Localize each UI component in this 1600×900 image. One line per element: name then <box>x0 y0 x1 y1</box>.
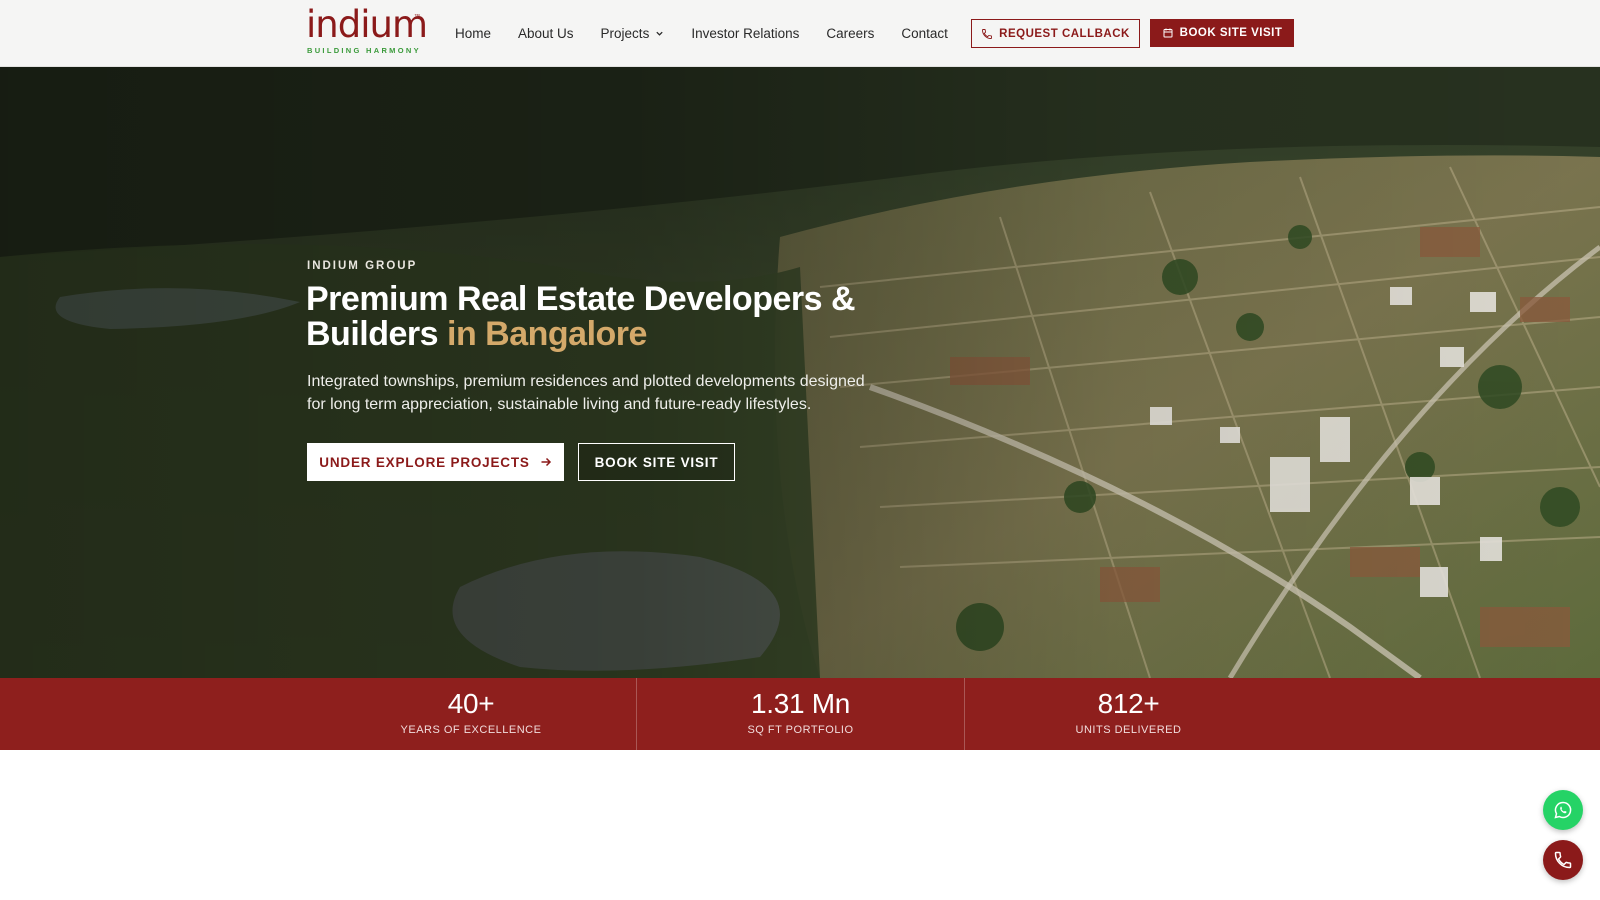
nav-item-label: About Us <box>518 25 574 41</box>
stat-label: YEARS OF EXCELLENCE <box>400 724 542 736</box>
stat-units-delivered: 812+ UNITS DELIVERED <box>964 678 1292 750</box>
book-site-visit-hero-button[interactable]: BOOK SITE VISIT <box>578 443 735 481</box>
hero-section: INDIUM GROUP Premium Real Estate Develop… <box>0 67 1600 678</box>
stat-value: 812+ <box>1097 688 1160 719</box>
stat-value: 40+ <box>447 688 495 719</box>
stat-sq-ft-portfolio: 1.31 Mn SQ FT PORTFOLIO <box>636 678 964 750</box>
site-header: indium ™ BUILDING HARMONY Home About Us … <box>0 0 1600 67</box>
request-callback-label: REQUEST CALLBACK <box>999 27 1130 40</box>
explore-projects-label: UNDER EXPLORE PROJECTS <box>319 454 530 470</box>
hero-eyebrow: INDIUM GROUP <box>307 260 418 272</box>
phone-icon <box>1554 851 1572 869</box>
explore-projects-button[interactable]: UNDER EXPLORE PROJECTS <box>307 443 564 481</box>
book-site-visit-hero-label: BOOK SITE VISIT <box>594 454 719 470</box>
hero-description: Integrated townships, premium residences… <box>307 373 865 413</box>
calendar-icon <box>1163 28 1173 38</box>
nav-item-contact[interactable]: Contact <box>901 26 948 41</box>
main-nav: Home About Us Projects Investor Relation… <box>455 23 975 43</box>
nav-item-label: Investor Relations <box>691 25 800 41</box>
nav-item-label: Projects <box>600 25 650 41</box>
hero-headline: Premium Real Estate Developers & Builder… <box>306 282 906 352</box>
nav-item-label: Careers <box>826 25 875 41</box>
whatsapp-button[interactable] <box>1543 790 1583 830</box>
whatsapp-icon <box>1554 801 1572 819</box>
book-site-visit-header-label: BOOK SITE VISIT <box>1179 27 1283 39</box>
book-site-visit-header-button[interactable]: BOOK SITE VISIT <box>1150 19 1294 47</box>
stat-label: SQ FT PORTFOLIO <box>747 724 854 736</box>
logo-wordmark: indium <box>306 3 428 46</box>
nav-item-projects[interactable]: Projects <box>601 26 665 41</box>
stat-label: UNITS DELIVERED <box>1075 724 1182 736</box>
arrow-right-icon <box>541 457 551 467</box>
nav-item-home[interactable]: Home <box>455 26 491 41</box>
nav-item-investor-relations[interactable]: Investor Relations <box>691 26 799 41</box>
stats-bar: 40+ YEARS OF EXCELLENCE 1.31 Mn SQ FT PO… <box>0 678 1600 750</box>
logo-trademark: ™ <box>414 14 420 20</box>
call-button[interactable] <box>1543 840 1583 880</box>
chevron-down-icon <box>656 31 663 36</box>
logo-tagline: BUILDING HARMONY <box>307 46 421 55</box>
nav-item-label: Contact <box>901 25 948 41</box>
nav-item-careers[interactable]: Careers <box>826 26 874 41</box>
nav-item-label: Home <box>455 25 492 41</box>
stat-value: 1.31 Mn <box>750 688 851 719</box>
phone-icon <box>982 28 993 39</box>
request-callback-button[interactable]: REQUEST CALLBACK <box>971 19 1140 48</box>
hero-headline-accent: in Bangalore <box>447 315 647 353</box>
nav-item-about-us[interactable]: About Us <box>518 26 574 41</box>
brand-logo[interactable]: indium ™ BUILDING HARMONY <box>306 6 428 56</box>
stat-years-of-excellence: 40+ YEARS OF EXCELLENCE <box>307 678 635 750</box>
